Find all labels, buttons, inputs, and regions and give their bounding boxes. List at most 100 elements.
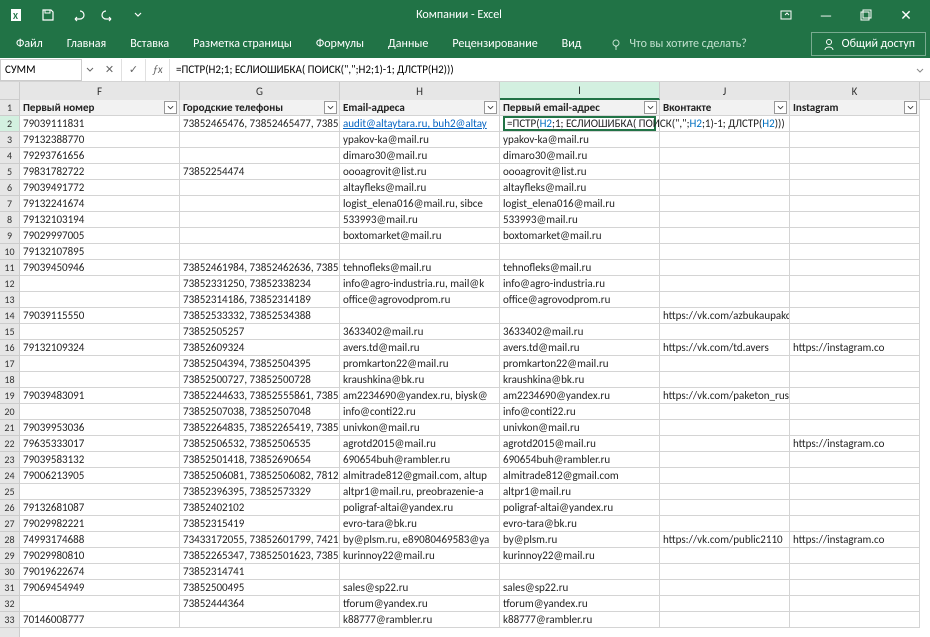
table-cell[interactable] (790, 516, 920, 532)
table-cell[interactable] (180, 612, 340, 628)
table-cell[interactable] (660, 516, 790, 532)
table-cell[interactable]: 73852533332, 73852534388 (180, 308, 340, 324)
table-cell[interactable]: sales@sp22.ru (340, 580, 500, 596)
table-cell[interactable] (660, 292, 790, 308)
table-cell[interactable]: poligraf-altai@yandex.ru (500, 500, 660, 516)
row-header[interactable]: 7 (0, 196, 19, 212)
table-cell[interactable] (790, 612, 920, 628)
column-header[interactable]: H (340, 82, 500, 100)
row-header[interactable]: 1 (0, 100, 19, 116)
tell-me-search[interactable]: Что вы хотите сделать? (609, 37, 746, 51)
table-cell[interactable] (790, 148, 920, 164)
table-cell[interactable]: avers.td@mail.ru (500, 340, 660, 356)
table-cell[interactable] (790, 548, 920, 564)
table-cell[interactable]: poligraf-altai@yandex.ru (340, 500, 500, 516)
table-cell[interactable] (660, 244, 790, 260)
table-cell[interactable]: 79039115550 (20, 308, 180, 324)
ribbon-tab[interactable]: Файл (4, 30, 55, 58)
table-cell[interactable] (660, 372, 790, 388)
table-cell[interactable]: tforum@yandex.ru (340, 596, 500, 612)
table-cell[interactable]: by@plsm.ru, e89080469583@ya (340, 532, 500, 548)
table-cell[interactable] (660, 324, 790, 340)
table-cell[interactable] (500, 308, 660, 324)
table-cell[interactable]: https://instagram.co (790, 436, 920, 452)
row-header[interactable]: 10 (0, 244, 19, 260)
table-cell[interactable] (20, 596, 180, 612)
row-header[interactable]: 9 (0, 228, 19, 244)
table-header-cell[interactable]: Первый номер (20, 100, 180, 116)
table-cell[interactable]: 79635333017 (20, 436, 180, 452)
table-cell[interactable]: 79132109324 (20, 340, 180, 356)
table-cell[interactable] (660, 164, 790, 180)
table-cell[interactable] (790, 420, 920, 436)
table-cell[interactable]: tehnofleks@mail.ru (500, 260, 660, 276)
qat-customize-button[interactable] (124, 3, 152, 27)
ribbon-tab[interactable]: Разметка страницы (181, 30, 304, 58)
table-cell[interactable] (340, 244, 500, 260)
table-cell[interactable] (20, 356, 180, 372)
table-cell[interactable] (20, 372, 180, 388)
table-cell[interactable]: 690654buh@rambler.ru (500, 452, 660, 468)
table-cell[interactable]: info@conti22.ru (340, 404, 500, 420)
table-cell[interactable]: 70146008777 (20, 612, 180, 628)
table-cell[interactable] (790, 164, 920, 180)
spreadsheet-grid[interactable]: FGHIJK 123456789101112131415161718192021… (0, 82, 930, 637)
row-header[interactable]: 24 (0, 468, 19, 484)
ribbon-tab[interactable]: Вставка (118, 30, 181, 58)
table-header-cell[interactable]: Городские телефоны (180, 100, 340, 116)
table-cell[interactable] (790, 388, 920, 404)
table-cell[interactable]: 73852505257 (180, 324, 340, 340)
table-cell[interactable]: logist_elena016@mail.ru (500, 196, 660, 212)
table-cell[interactable]: altpr1@mail.ru (500, 484, 660, 500)
table-header-cell[interactable]: Instagram (790, 100, 920, 116)
table-cell[interactable]: https://vk.com/td.avers (660, 340, 790, 356)
table-cell[interactable]: 73852264835, 73852265419, 7385 (180, 420, 340, 436)
row-header[interactable]: 22 (0, 436, 19, 452)
table-cell[interactable]: 73852506532, 73852506535 (180, 436, 340, 452)
table-cell[interactable] (660, 452, 790, 468)
table-cell[interactable]: 79132103194 (20, 212, 180, 228)
table-cell[interactable]: 73852501418, 73852690654 (180, 452, 340, 468)
table-cell[interactable] (20, 292, 180, 308)
row-header[interactable]: 25 (0, 484, 19, 500)
table-cell[interactable]: 79132107895 (20, 244, 180, 260)
table-cell[interactable]: agrotd2015@mail.ru (500, 436, 660, 452)
table-cell[interactable]: 79039483091 (20, 388, 180, 404)
table-cell[interactable]: dimaro30@mail.ru (500, 148, 660, 164)
table-cell[interactable] (660, 484, 790, 500)
row-header[interactable]: 14 (0, 308, 19, 324)
row-header[interactable]: 19 (0, 388, 19, 404)
table-cell[interactable] (790, 180, 920, 196)
table-cell[interactable] (790, 308, 920, 324)
table-cell[interactable]: 533993@mail.ru (500, 212, 660, 228)
row-header[interactable]: 27 (0, 516, 19, 532)
table-header-cell[interactable]: Email-адреса (340, 100, 500, 116)
table-cell[interactable]: 73852609324 (180, 340, 340, 356)
table-cell[interactable]: office@agrovodprom.ru (500, 292, 660, 308)
table-cell[interactable] (660, 468, 790, 484)
row-header[interactable]: 31 (0, 580, 19, 596)
row-header[interactable]: 18 (0, 372, 19, 388)
column-header[interactable]: I (500, 82, 660, 100)
table-cell[interactable]: 73852265347, 73852501623, 7385 (180, 548, 340, 564)
table-cell[interactable] (660, 260, 790, 276)
column-header[interactable]: F (20, 82, 180, 100)
row-header[interactable]: 23 (0, 452, 19, 468)
row-header[interactable]: 28 (0, 532, 19, 548)
minimize-button[interactable]: — (806, 0, 846, 30)
filter-dropdown-button[interactable] (324, 101, 337, 114)
table-cell[interactable]: almitrade812@gmail.com, altup (340, 468, 500, 484)
table-cell[interactable] (660, 596, 790, 612)
table-cell[interactable] (790, 580, 920, 596)
table-cell[interactable] (790, 500, 920, 516)
table-cell[interactable]: 533993@mail.ru (340, 212, 500, 228)
table-cell[interactable]: 79029980810 (20, 548, 180, 564)
cells-area[interactable]: Первый номерГородские телефоныEmail-адре… (20, 100, 930, 637)
table-cell[interactable]: almitrade812@gmail.com (500, 468, 660, 484)
table-cell[interactable] (660, 132, 790, 148)
table-cell[interactable] (180, 244, 340, 260)
table-cell[interactable]: oooagrovit@list.ru (340, 164, 500, 180)
table-cell[interactable]: 79831782722 (20, 164, 180, 180)
table-cell[interactable] (20, 484, 180, 500)
table-cell[interactable]: agrotd2015@mail.ru (340, 436, 500, 452)
